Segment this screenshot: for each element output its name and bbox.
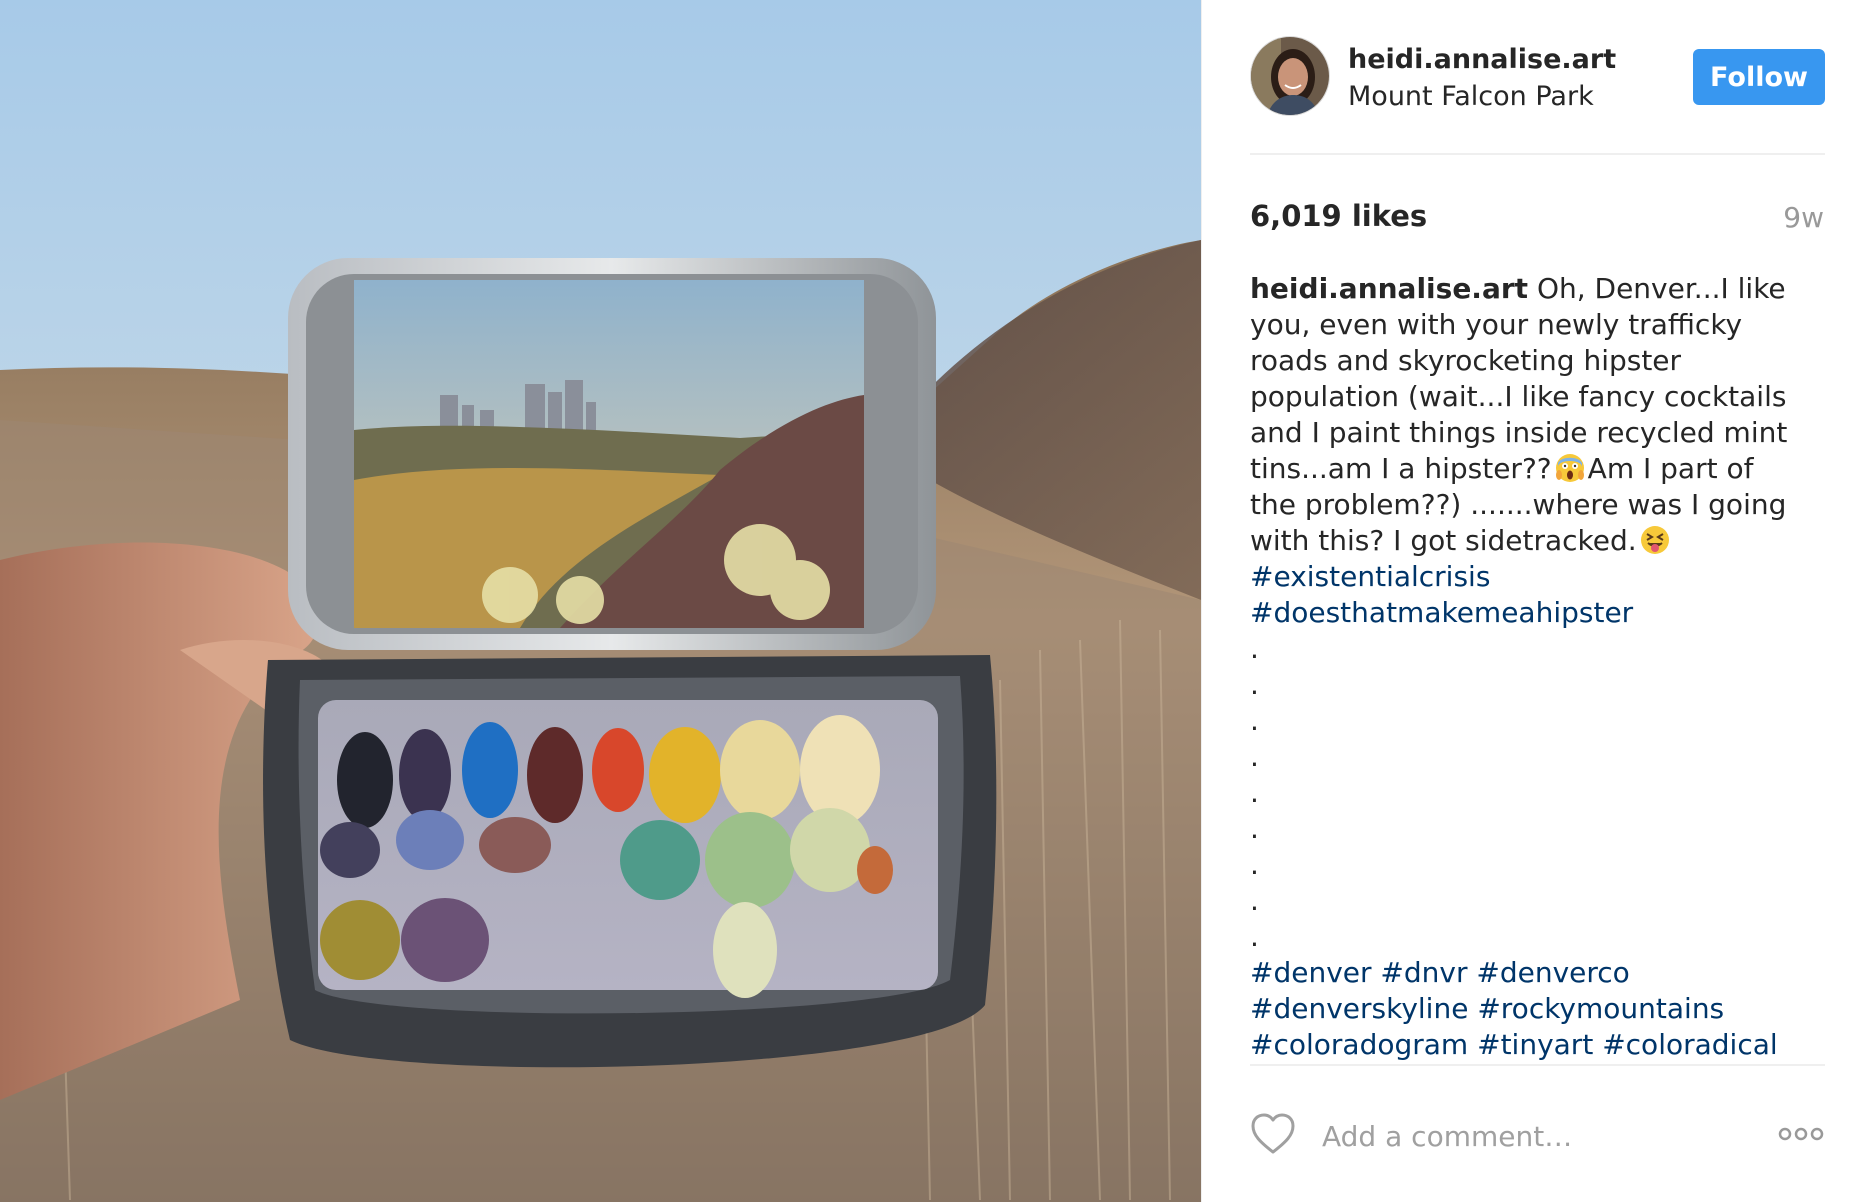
hashtag-link[interactable]: #doesthatmakemeahipster — [1250, 596, 1633, 629]
caption-dot: . — [1250, 920, 1259, 953]
caption-text: Oh, Denver...I like — [1536, 272, 1786, 305]
caption-dot: . — [1250, 740, 1259, 773]
caption-line: #existentialcrisis — [1250, 559, 1830, 595]
caption-dot: . — [1250, 884, 1259, 917]
caption-dot: . — [1250, 668, 1259, 701]
post-image[interactable] — [0, 0, 1201, 1202]
caption-line: the problem??) .......where was I going — [1250, 488, 1787, 521]
caption-line: with this? I got sidetracked. — [1250, 523, 1830, 559]
post-header: heidi.annalise.art Mount Falcon Park Fol… — [1250, 36, 1825, 118]
caption-dot: . — [1250, 632, 1259, 665]
caption-dot: . — [1250, 704, 1259, 737]
caption-username[interactable]: heidi.annalise.art — [1250, 272, 1528, 305]
post-photo[interactable] — [0, 0, 1201, 1202]
caption-line: #coloradogram #tinyart #coloradical — [1250, 1027, 1830, 1061]
hashtag-link[interactable]: #denverskyline — [1250, 992, 1468, 1025]
caption-dot: . — [1250, 776, 1259, 809]
scream-emoji-icon — [1555, 454, 1584, 482]
caption-text: Am I part of — [1587, 452, 1754, 485]
more-options-icon[interactable] — [1777, 1124, 1825, 1144]
heart-icon[interactable] — [1250, 1112, 1296, 1156]
post-location[interactable]: Mount Falcon Park — [1348, 81, 1594, 112]
header-divider — [1250, 153, 1825, 155]
comment-bar — [1250, 1112, 1825, 1160]
post-username[interactable]: heidi.annalise.art — [1348, 44, 1616, 75]
likes-count[interactable]: 6,019 likes — [1250, 199, 1427, 233]
post-caption: heidi.annalise.art Oh, Denver...I like y… — [1250, 271, 1830, 1061]
post-time[interactable]: 9w — [1783, 201, 1824, 234]
post-sidebar: heidi.annalise.art Mount Falcon Park Fol… — [1201, 0, 1872, 1202]
follow-button[interactable]: Follow — [1693, 49, 1825, 105]
caption-line: #doesthatmakemeahipster — [1250, 595, 1830, 631]
hashtag-link[interactable]: #coloradical — [1602, 1028, 1777, 1061]
hashtag-link[interactable]: #rockymountains — [1477, 992, 1724, 1025]
hashtag-link[interactable]: #denver — [1250, 956, 1372, 989]
caption-text: with this? I got sidetracked. — [1250, 524, 1637, 557]
hashtag-link[interactable]: #existentialcrisis — [1250, 560, 1490, 593]
hashtag-link[interactable]: #coloradogram — [1250, 1028, 1468, 1061]
comment-input[interactable] — [1322, 1116, 1742, 1156]
caption-line: and I paint things inside recycled mint — [1250, 416, 1788, 449]
caption-line: #denver #dnvr #denverco — [1250, 955, 1830, 991]
caption-line: roads and skyrocketing hipster — [1250, 344, 1682, 377]
avatar-image — [1251, 37, 1329, 115]
caption-dot: . — [1250, 812, 1259, 845]
caption-line: you, even with your newly trafficky — [1250, 308, 1743, 341]
hashtag-link[interactable]: #tinyart — [1477, 1028, 1593, 1061]
hashtag-link[interactable]: #dnvr — [1380, 956, 1467, 989]
tongue-wink-emoji-icon — [1640, 526, 1669, 554]
caption-line: heidi.annalise.art Oh, Denver...I like — [1250, 271, 1830, 307]
caption-line: tins...am I a hipster?? Am I part of — [1250, 451, 1830, 487]
avatar[interactable] — [1250, 36, 1330, 116]
caption-text: tins...am I a hipster?? — [1250, 452, 1552, 485]
comment-divider — [1250, 1064, 1825, 1066]
caption-dot: . — [1250, 848, 1259, 881]
caption-line: #denverskyline #rockymountains — [1250, 991, 1830, 1027]
hashtag-link[interactable]: #denverco — [1476, 956, 1629, 989]
caption-line: population (wait...I like fancy cocktail… — [1250, 380, 1787, 413]
